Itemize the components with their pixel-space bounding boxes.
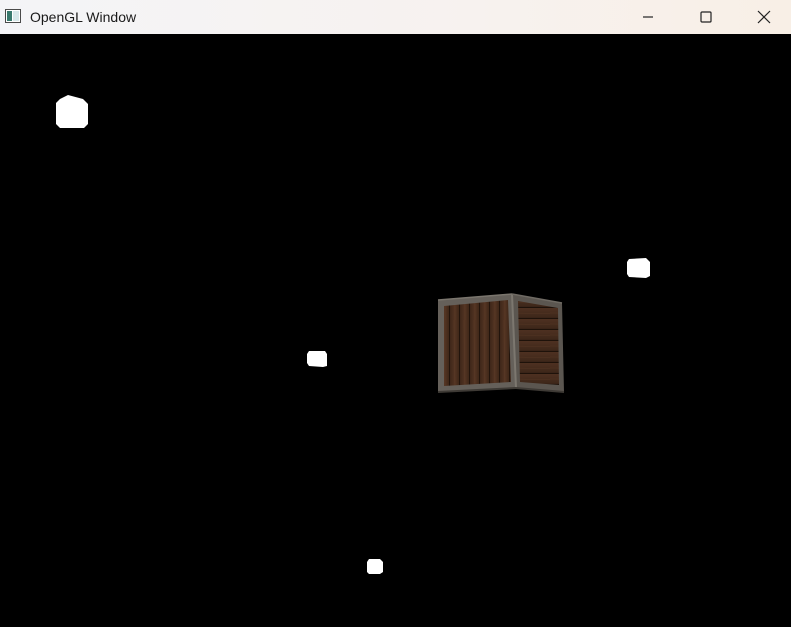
close-icon bbox=[757, 10, 771, 24]
light-cube bbox=[307, 351, 327, 367]
window-title: OpenGL Window bbox=[30, 9, 137, 25]
opengl-window: OpenGL Window bbox=[0, 0, 791, 627]
maximize-icon bbox=[700, 11, 712, 23]
3d-scene bbox=[56, 95, 650, 574]
light-cube bbox=[627, 258, 650, 278]
minimize-icon bbox=[643, 16, 653, 18]
wooden-crate bbox=[437, 293, 565, 393]
minimize-button[interactable] bbox=[619, 0, 677, 34]
title-bar[interactable]: OpenGL Window bbox=[0, 0, 791, 34]
maximize-button[interactable] bbox=[677, 0, 735, 34]
light-cube bbox=[56, 95, 88, 128]
render-viewport[interactable] bbox=[0, 34, 791, 627]
opengl-app-icon bbox=[5, 9, 21, 23]
light-cube bbox=[367, 559, 383, 574]
close-button[interactable] bbox=[735, 0, 791, 34]
